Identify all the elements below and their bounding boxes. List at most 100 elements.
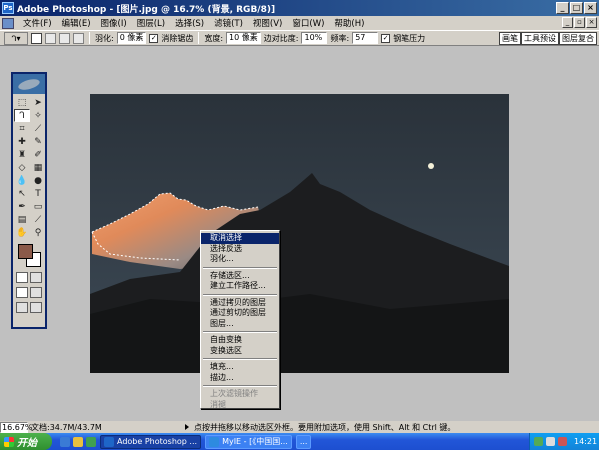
feather-input[interactable]: 0 像素 bbox=[116, 32, 147, 44]
full-screen-mode-icon[interactable] bbox=[16, 302, 28, 313]
add-to-selection-icon[interactable] bbox=[45, 32, 56, 44]
notes-tool-icon[interactable]: ▤ bbox=[14, 213, 30, 226]
zoom-tool-icon[interactable]: ⚲ bbox=[30, 226, 46, 239]
document-icon[interactable] bbox=[2, 17, 14, 29]
ctx-free-transform[interactable]: 自由变换 bbox=[201, 335, 279, 346]
task-other[interactable]: ... bbox=[295, 434, 312, 449]
color-swatches bbox=[16, 242, 45, 270]
jump-to bbox=[13, 300, 45, 315]
task-myie[interactable]: MyIE - [《中国国... bbox=[205, 434, 292, 449]
ie-quicklaunch-icon[interactable] bbox=[60, 436, 70, 447]
photoshop-app-icon[interactable]: Ps bbox=[2, 2, 14, 14]
options-bar: ᒉ▾ 羽化: 0 像素 ✓ 消除锯齿 宽度: 10 像素 边对比度: 10% 频… bbox=[0, 30, 599, 46]
blur-tool-icon[interactable]: 💧 bbox=[14, 174, 30, 187]
lasso-tool-icon[interactable]: ᒉ bbox=[14, 109, 30, 122]
title-bar[interactable]: Ps Adobe Photoshop - [图片.jpg @ 16.7% (背景… bbox=[0, 0, 599, 16]
dodge-tool-icon[interactable]: ● bbox=[30, 174, 46, 187]
document-size[interactable]: 文档:34.7M/43.7M bbox=[31, 422, 149, 433]
doc-restore-button[interactable]: ▫ bbox=[574, 17, 585, 28]
tool-preset-picker[interactable]: ᒉ▾ bbox=[4, 31, 28, 45]
eyedropper-tool-icon[interactable]: ⟋ bbox=[30, 213, 46, 226]
toolbox-header[interactable] bbox=[13, 74, 45, 94]
slice-tool-icon[interactable]: ⟋ bbox=[30, 122, 46, 135]
move-tool-icon[interactable]: ➤ bbox=[30, 96, 46, 109]
jump-to-imageready-icon[interactable] bbox=[30, 302, 42, 313]
pen-pressure-checkbox[interactable]: ✓ bbox=[381, 33, 391, 43]
eraser-tool-icon[interactable]: ◇ bbox=[14, 161, 30, 174]
volume-tray-icon[interactable] bbox=[546, 437, 555, 446]
folder-quicklaunch-icon[interactable] bbox=[73, 436, 83, 447]
pen-tool-icon[interactable]: ✒ bbox=[14, 200, 30, 213]
history-brush-tool-icon[interactable]: ✐ bbox=[30, 148, 46, 161]
antivirus-tray-icon[interactable] bbox=[558, 437, 567, 446]
network-tray-icon[interactable] bbox=[534, 437, 543, 446]
ctx-transform-selection[interactable]: 变换选区 bbox=[201, 346, 279, 357]
quick-mask-mode-icon[interactable] bbox=[30, 272, 42, 283]
ctx-fade: 消褪 bbox=[210, 399, 226, 409]
ctx-fill[interactable]: 填充... bbox=[201, 362, 279, 373]
menu-window[interactable]: 窗口(W) bbox=[287, 17, 329, 29]
menu-separator bbox=[203, 293, 277, 296]
menu-help[interactable]: 帮助(H) bbox=[329, 17, 369, 29]
frequency-input[interactable]: 57 bbox=[352, 32, 379, 44]
menu-file[interactable]: 文件(F) bbox=[18, 17, 57, 29]
ctx-deselect[interactable]: 取消选择 bbox=[201, 233, 279, 244]
task-photoshop-label: Adobe Photoshop ... bbox=[117, 437, 198, 446]
minimize-button[interactable]: _ bbox=[556, 2, 569, 14]
ctx-select-inverse[interactable]: 选择反选 bbox=[201, 244, 279, 255]
hand-tool-icon[interactable]: ✋ bbox=[14, 226, 30, 239]
full-screen-menu-mode-icon[interactable] bbox=[30, 287, 42, 298]
task-photoshop[interactable]: Adobe Photoshop ... bbox=[100, 434, 202, 449]
gradient-tool-icon[interactable]: ▦ bbox=[30, 161, 46, 174]
ctx-new-layer[interactable]: 图层... bbox=[201, 319, 279, 330]
status-menu-arrow-icon[interactable] bbox=[185, 424, 189, 430]
doc-minimize-button[interactable]: _ bbox=[562, 17, 573, 28]
menu-edit[interactable]: 编辑(E) bbox=[57, 17, 96, 29]
brush-tool-icon[interactable]: ✎ bbox=[30, 135, 46, 148]
close-button[interactable]: × bbox=[584, 2, 597, 14]
width-input[interactable]: 10 像素 bbox=[226, 32, 261, 44]
ctx-save-selection[interactable]: 存储选区... bbox=[201, 271, 279, 282]
menu-image[interactable]: 图像(I) bbox=[96, 17, 132, 29]
windows-logo-icon bbox=[4, 436, 14, 447]
document-canvas[interactable] bbox=[90, 94, 509, 373]
path-selection-tool-icon[interactable]: ↖ bbox=[14, 187, 30, 200]
ctx-stroke[interactable]: 描边... bbox=[201, 373, 279, 384]
crop-tool-icon[interactable]: ⌗ bbox=[14, 122, 30, 135]
doc-close-button[interactable]: × bbox=[586, 17, 597, 28]
type-tool-icon[interactable]: T bbox=[30, 187, 46, 200]
menu-separator bbox=[203, 358, 277, 360]
shape-tool-icon[interactable]: ▭ bbox=[30, 200, 46, 213]
healing-brush-tool-icon[interactable]: ✚ bbox=[14, 135, 30, 148]
toolbox: ⬚ ➤ ᒉ ✧ ⌗ ⟋ ✚ ✎ ♜ ✐ ◇ ▦ 💧 ● ↖ T ✒ ▭ ▤ ⟋ … bbox=[11, 72, 47, 329]
edge-contrast-input[interactable]: 10% bbox=[301, 32, 328, 44]
new-selection-icon[interactable] bbox=[31, 32, 42, 44]
palette-tab-brushes[interactable]: 画笔 bbox=[499, 32, 521, 45]
palette-tab-tool-presets[interactable]: 工具预设 bbox=[521, 32, 559, 45]
clone-stamp-tool-icon[interactable]: ♜ bbox=[14, 148, 30, 161]
magnetic-lasso-icon: ᒉ▾ bbox=[11, 33, 21, 43]
menu-select[interactable]: 选择(S) bbox=[170, 17, 209, 29]
ctx-feather[interactable]: 羽化... bbox=[201, 254, 279, 265]
media-quicklaunch-icon[interactable] bbox=[86, 436, 96, 447]
palette-tab-layer-comps[interactable]: 图层复合 bbox=[559, 32, 597, 45]
menu-layer[interactable]: 图层(L) bbox=[132, 17, 170, 29]
zoom-field[interactable]: 16.67% bbox=[0, 421, 33, 433]
marquee-tool-icon[interactable]: ⬚ bbox=[14, 96, 30, 109]
intersect-selection-icon[interactable] bbox=[73, 32, 84, 44]
ctx-layer-via-copy[interactable]: 通过拷贝的图层 bbox=[201, 298, 279, 309]
clock[interactable]: 14:21 bbox=[574, 437, 597, 446]
ctx-layer-via-cut[interactable]: 通过剪切的图层 bbox=[201, 308, 279, 319]
antialias-checkbox[interactable]: ✓ bbox=[149, 33, 159, 43]
magic-wand-tool-icon[interactable]: ✧ bbox=[30, 109, 46, 122]
menu-view[interactable]: 视图(V) bbox=[248, 17, 287, 29]
menu-filter[interactable]: 滤镜(T) bbox=[209, 17, 248, 29]
ctx-make-work-path[interactable]: 建立工作路径... bbox=[201, 281, 279, 292]
standard-screen-mode-icon[interactable] bbox=[16, 287, 28, 298]
subtract-selection-icon[interactable] bbox=[59, 32, 70, 44]
maximize-button[interactable]: □ bbox=[570, 2, 583, 14]
start-button[interactable]: 开始 bbox=[0, 433, 52, 450]
foreground-color-swatch[interactable] bbox=[18, 244, 33, 259]
standard-mode-icon[interactable] bbox=[16, 272, 28, 283]
mountain-photo bbox=[90, 94, 509, 373]
